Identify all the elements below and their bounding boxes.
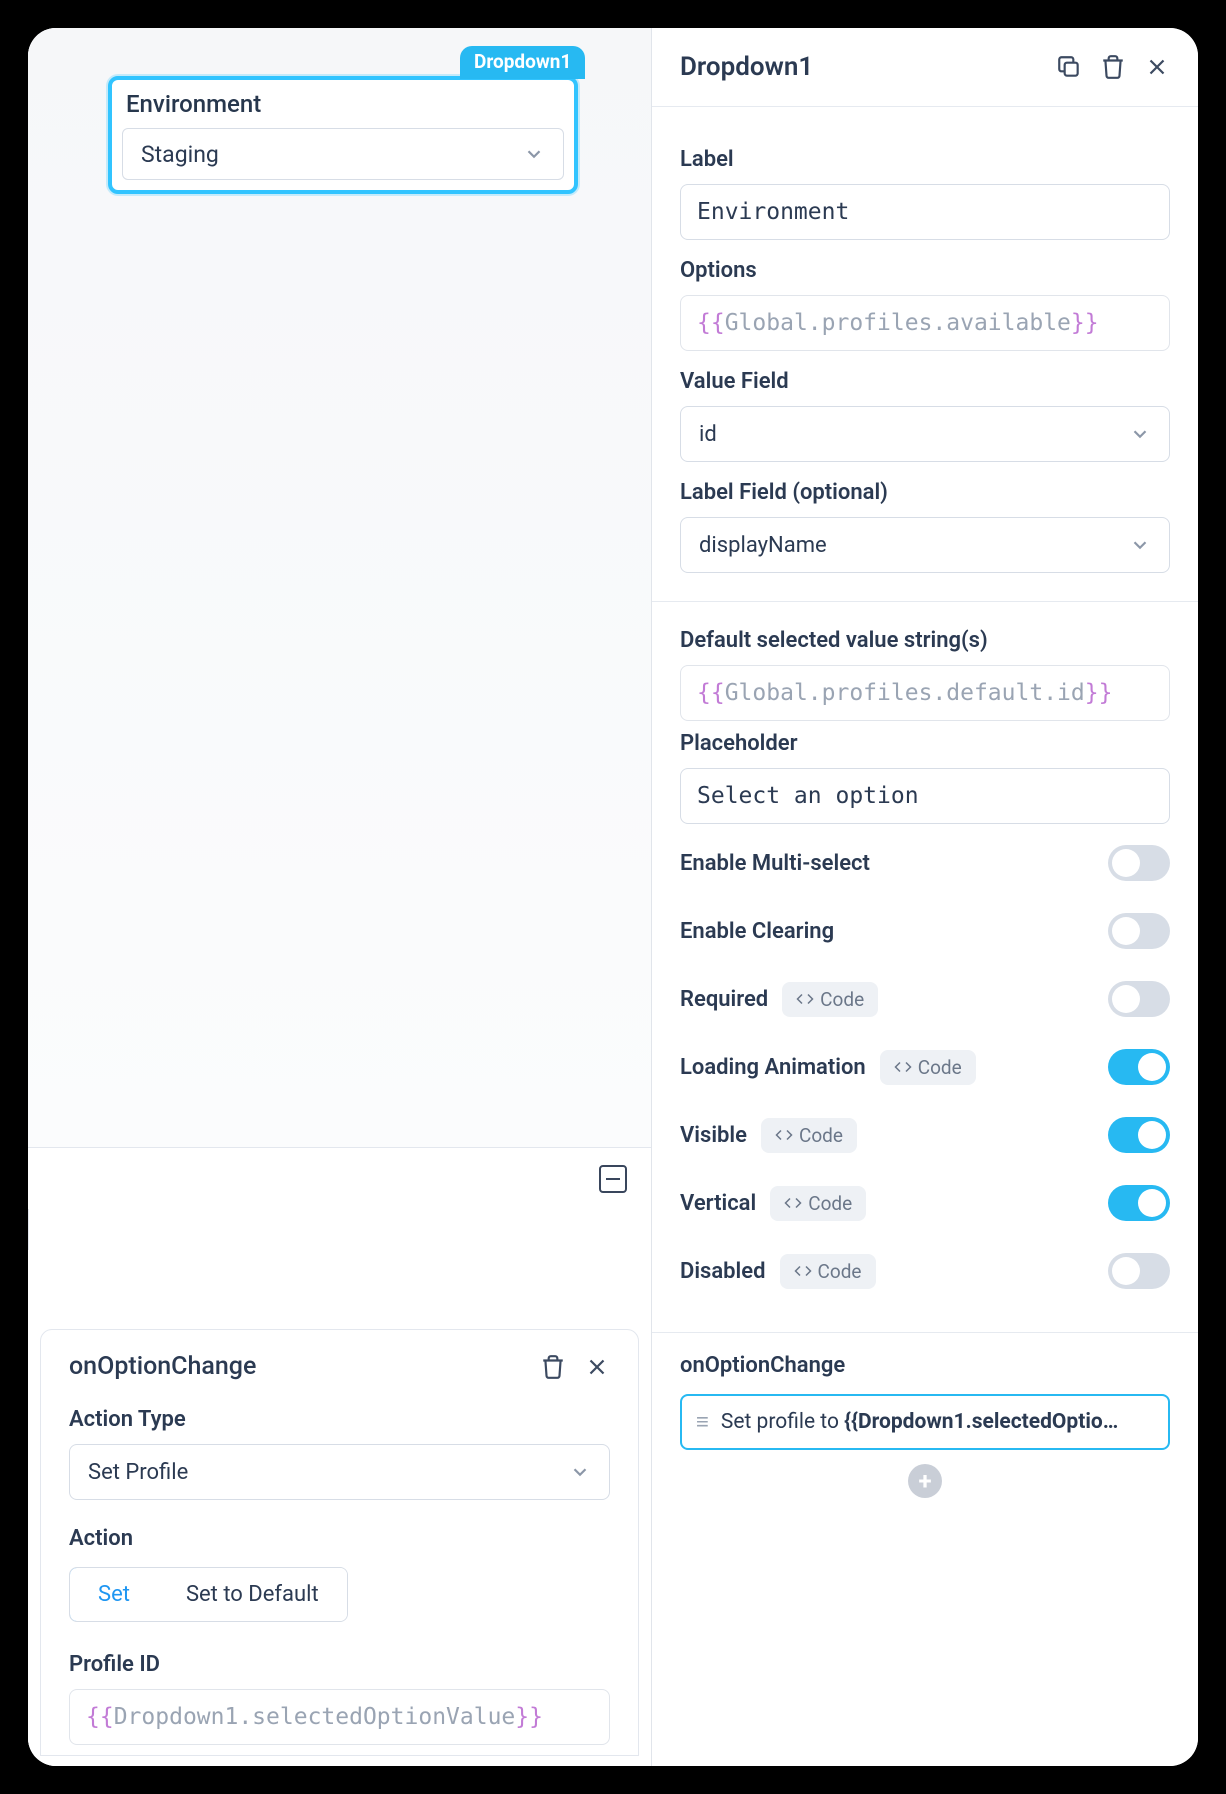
event-text: Set profile to: [721, 1410, 844, 1434]
dropdown-widget-select[interactable]: Staging: [122, 128, 564, 180]
dropdown-widget[interactable]: Environment Staging: [108, 76, 578, 194]
code-chip[interactable]: Code: [770, 1186, 866, 1221]
expr-rest: .profiles.available: [808, 310, 1071, 336]
toggle-multiselect-label: Enable Multi-select: [680, 851, 870, 876]
code-chip[interactable]: Code: [880, 1050, 976, 1085]
toggle-vertical-label: Vertical: [680, 1191, 756, 1216]
toggle-loading[interactable]: [1108, 1049, 1170, 1085]
action-type-value: Set Profile: [88, 1460, 188, 1485]
code-chip[interactable]: Code: [780, 1254, 876, 1289]
expr-ident: Global: [725, 310, 808, 336]
expr-rest: .profiles.default.id: [808, 680, 1085, 706]
action-segmented-control: Set Set to Default: [69, 1567, 348, 1622]
label-input[interactable]: Environment: [680, 184, 1170, 240]
drag-handle-icon[interactable]: ≡: [696, 1409, 709, 1435]
close-icon[interactable]: [584, 1354, 610, 1380]
inspector-title: Dropdown1: [680, 52, 813, 82]
brace-close: }}: [1071, 310, 1099, 336]
dropdown-widget-label: Environment: [122, 86, 564, 128]
event-text-bold: {{Dropdown1.selectedOptio…: [844, 1410, 1118, 1434]
expr-ident: Global: [725, 680, 808, 706]
labelfield-select[interactable]: displayName: [680, 517, 1170, 573]
action-type-label: Action Type: [69, 1407, 610, 1432]
toggle-loading-label: Loading Animation: [680, 1055, 866, 1080]
chevron-down-icon: [1129, 423, 1151, 445]
toggle-required-label: Required: [680, 987, 768, 1012]
code-chip[interactable]: Code: [761, 1118, 857, 1153]
bottom-panel-toolbar: [28, 1147, 651, 1209]
labelfield-field-label: Label Field (optional): [680, 480, 1170, 505]
action-editor-panel: onOptionChange Action Type Set Profile: [40, 1329, 639, 1756]
value-field-value: id: [699, 422, 717, 447]
trash-icon[interactable]: [540, 1354, 566, 1380]
action-type-select[interactable]: Set Profile: [69, 1444, 610, 1500]
profile-id-label: Profile ID: [69, 1652, 610, 1677]
chevron-down-icon: [523, 143, 545, 165]
code-chip[interactable]: Code: [782, 982, 878, 1017]
brace-close: }}: [1085, 680, 1113, 706]
value-field-select[interactable]: id: [680, 406, 1170, 462]
options-input[interactable]: {{Global.profiles.available}}: [680, 295, 1170, 351]
options-field-label: Options: [680, 258, 1170, 283]
trash-icon[interactable]: [1100, 54, 1126, 80]
chevron-down-icon: [569, 1461, 591, 1483]
placeholder-input[interactable]: Select an option: [680, 768, 1170, 824]
placeholder-label: Placeholder: [680, 731, 1170, 756]
default-value-input[interactable]: {{Global.profiles.default.id}}: [680, 665, 1170, 721]
canvas-area[interactable]: Dropdown1 Environment Staging: [28, 28, 651, 1147]
toggle-visible[interactable]: [1108, 1117, 1170, 1153]
toggle-vertical[interactable]: [1108, 1185, 1170, 1221]
toggle-visible-label: Visible: [680, 1123, 747, 1148]
brace-open: {{: [86, 1704, 114, 1730]
copy-icon[interactable]: [1056, 54, 1082, 80]
labelfield-value: displayName: [699, 533, 827, 558]
event-handler-item[interactable]: ≡ Set profile to {{Dropdown1.selectedOpt…: [680, 1394, 1170, 1450]
toggle-disabled[interactable]: [1108, 1253, 1170, 1289]
add-event-button[interactable]: +: [908, 1464, 942, 1498]
brace-open: {{: [697, 310, 725, 336]
brace-close: }}: [515, 1704, 543, 1730]
label-input-value: Environment: [697, 199, 849, 225]
close-icon[interactable]: [1144, 54, 1170, 80]
default-value-label: Default selected value string(s): [680, 628, 1170, 653]
toggle-clearing[interactable]: [1108, 913, 1170, 949]
expr-rest: .selectedOptionValue: [238, 1704, 515, 1730]
placeholder-value: Select an option: [697, 783, 919, 809]
widget-name-tag[interactable]: Dropdown1: [460, 46, 585, 79]
profile-id-input[interactable]: {{Dropdown1.selectedOptionValue}}: [69, 1689, 610, 1745]
event-name-label: onOptionChange: [680, 1353, 1170, 1378]
value-field-label: Value Field: [680, 369, 1170, 394]
toggle-required[interactable]: [1108, 981, 1170, 1017]
chevron-down-icon: [1129, 534, 1151, 556]
dropdown-selected-value: Staging: [141, 141, 219, 168]
toggle-multiselect[interactable]: [1108, 845, 1170, 881]
segment-set-default[interactable]: Set to Default: [158, 1568, 347, 1621]
action-panel-title: onOptionChange: [69, 1352, 256, 1381]
collapse-icon[interactable]: [599, 1165, 627, 1193]
action-label: Action: [69, 1526, 610, 1551]
toggle-clearing-label: Enable Clearing: [680, 919, 834, 944]
inspector-panel: Dropdown1 Label Environment Options {{: [652, 28, 1198, 1766]
segment-set[interactable]: Set: [69, 1567, 159, 1622]
expr-ident: Dropdown1: [114, 1704, 239, 1730]
brace-open: {{: [697, 680, 725, 706]
toggle-disabled-label: Disabled: [680, 1259, 766, 1284]
label-field-label: Label: [680, 147, 1170, 172]
